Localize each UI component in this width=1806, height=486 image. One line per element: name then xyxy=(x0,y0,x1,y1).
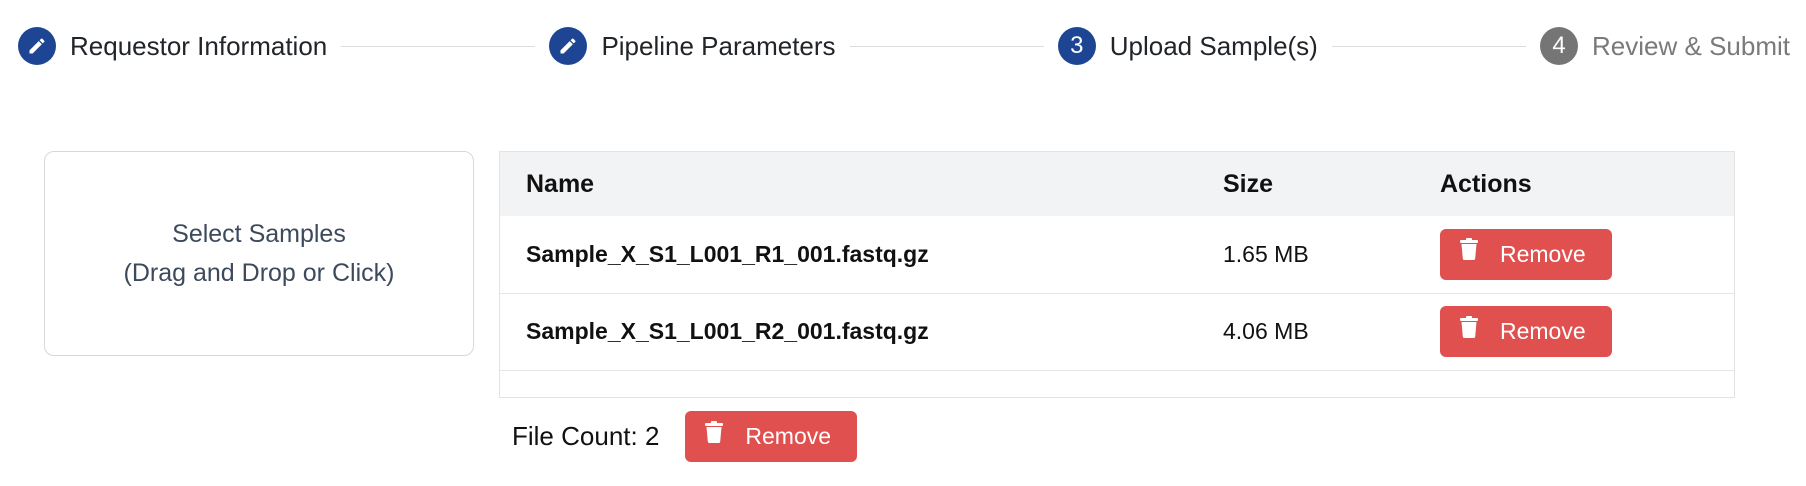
file-actions: Remove xyxy=(1414,216,1734,293)
step-requestor-information[interactable]: Requestor Information xyxy=(18,27,327,65)
trash-icon xyxy=(1460,238,1478,261)
step-review-submit[interactable]: 4 Review & Submit xyxy=(1540,27,1790,65)
remove-label: Remove xyxy=(1500,318,1586,344)
step-4-label: Review & Submit xyxy=(1592,30,1790,61)
step-3-label: Upload Sample(s) xyxy=(1109,30,1318,61)
step-2-label: Pipeline Parameters xyxy=(601,30,836,61)
remove-file-button[interactable]: Remove xyxy=(1440,228,1612,280)
header-size: Size xyxy=(1223,169,1274,198)
step-connector xyxy=(849,45,1044,47)
step-connector xyxy=(1331,45,1527,47)
remove-all-label: Remove xyxy=(745,423,832,449)
file-name: Sample_X_S1_L001_R1_001.fastq.gz xyxy=(526,240,929,267)
header-name: Name xyxy=(526,169,595,198)
step-3-marker: 3 xyxy=(1057,27,1096,65)
file-size: 4.06 MB xyxy=(1223,318,1309,344)
table-row: Sample_X_S1_L001_R1_001.fastq.gz 1.65 MB… xyxy=(500,216,1734,293)
step-4-marker: 4 xyxy=(1540,27,1579,65)
table-row: Sample_X_S1_L001_R2_001.fastq.gz 4.06 MB… xyxy=(500,293,1734,370)
remove-label: Remove xyxy=(1500,240,1586,267)
step-1-marker xyxy=(18,27,56,65)
dropzone-hint: (Drag and Drop or Click) xyxy=(123,258,395,287)
files-footer: File Count: 2 Remove xyxy=(512,411,858,462)
remove-file-button[interactable]: Remove xyxy=(1440,306,1612,357)
trash-icon xyxy=(1460,315,1478,338)
step-connector xyxy=(341,45,536,47)
file-count: File Count: 2 xyxy=(512,421,660,451)
file-size: 1.65 MB xyxy=(1223,240,1309,267)
file-actions: Remove xyxy=(1414,293,1734,370)
step-2-marker xyxy=(549,27,588,65)
header-actions: Actions xyxy=(1440,169,1532,198)
step-upload-samples[interactable]: 3 Upload Sample(s) xyxy=(1057,27,1318,65)
dropzone-title: Select Samples xyxy=(172,219,346,248)
stepper: Requestor Information Pipeline Parameter… xyxy=(18,26,1790,66)
step-pipeline-parameters[interactable]: Pipeline Parameters xyxy=(549,27,836,65)
files-table: Name Size Actions Sample_X_S1_L001_R1_00… xyxy=(499,151,1735,398)
table-header-row: Name Size Actions xyxy=(500,152,1734,216)
pencil-icon xyxy=(29,38,45,54)
remove-all-button[interactable]: Remove xyxy=(685,411,858,462)
step-1-label: Requestor Information xyxy=(70,30,328,61)
trash-icon xyxy=(705,420,724,443)
pencil-icon xyxy=(560,38,576,54)
sample-dropzone[interactable]: Select Samples (Drag and Drop or Click) xyxy=(44,151,474,356)
file-name: Sample_X_S1_L001_R2_001.fastq.gz xyxy=(526,318,929,344)
